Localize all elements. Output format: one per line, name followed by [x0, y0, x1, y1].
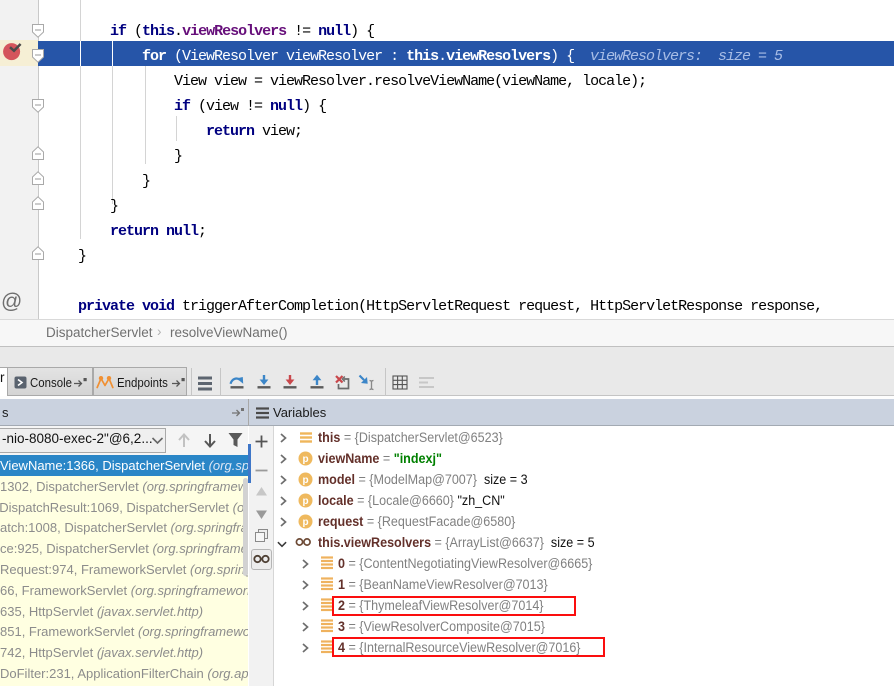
svg-text:p: p [302, 454, 308, 465]
svg-text:p: p [302, 517, 308, 528]
svg-text:p: p [302, 496, 308, 507]
svg-text:p: p [302, 475, 308, 486]
